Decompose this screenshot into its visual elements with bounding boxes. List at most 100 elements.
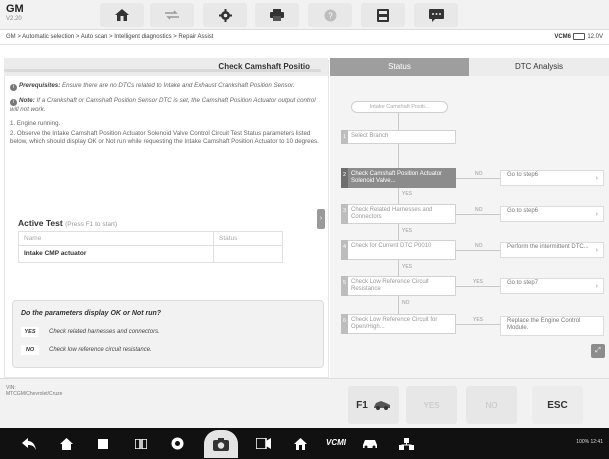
step-number: 2	[341, 168, 348, 188]
f1-button[interactable]: F1	[348, 386, 399, 424]
flow-connector	[398, 260, 399, 276]
function-bar: VIN: MTCGM/Chevrolet/Cruze F1 YES NO ESC	[0, 378, 609, 428]
camera-button[interactable]	[204, 430, 238, 458]
network-icon	[398, 437, 414, 450]
chevron-right-icon: ›	[595, 175, 598, 182]
flow-connector	[456, 214, 500, 215]
screen-record-button[interactable]	[254, 435, 272, 452]
repair-step-title: Check Camshaft Positio	[4, 58, 328, 76]
settings-button[interactable]	[203, 3, 247, 27]
flow-connector	[398, 224, 399, 240]
vehicle-make: GM	[6, 3, 24, 15]
settings-icon	[218, 8, 232, 22]
house-icon	[293, 437, 307, 450]
answer-yes-text: Check related harnesses and connectors.	[49, 329, 160, 335]
flow-connector	[398, 188, 399, 204]
top-toolbar: GM V2.20 ?	[0, 0, 609, 30]
vehicle-shortcut-button[interactable]	[361, 435, 379, 452]
system-status: 100% 12:41	[576, 439, 603, 445]
step-number: 3	[341, 204, 348, 224]
flow-goto-step6[interactable]: Go to step6 ›	[500, 170, 604, 186]
step-text: Check Related Harnesses and Connectors	[351, 207, 433, 220]
horizontal-scrollbar[interactable]	[4, 69, 321, 72]
home-button[interactable]	[100, 3, 144, 27]
vehicle-swap-button[interactable]	[150, 3, 194, 27]
system-nav-bar: VCMI 100% 12:41	[0, 428, 609, 459]
active-test-table: Name Status Intake CMP actuator	[18, 231, 283, 263]
step-text: Check Camshaft Position Actuator Solenoi…	[351, 171, 443, 184]
save-icon	[377, 8, 389, 22]
vcm-shortcut[interactable]: VCMI	[326, 438, 346, 447]
chevron-right-icon: ›	[319, 215, 323, 222]
car-icon	[363, 440, 377, 449]
screen-record-icon	[255, 438, 271, 449]
split-screen-button[interactable]	[132, 435, 150, 452]
flow-step-3[interactable]: 3 Check Related Harnesses and Connectors	[341, 204, 456, 224]
connector-label: YES	[402, 228, 413, 234]
flow-goto-step7[interactable]: Go to step7 ›	[500, 278, 604, 294]
esc-button[interactable]: ESC	[532, 386, 583, 424]
goto-text: Go to step6	[507, 172, 539, 178]
home-icon	[59, 437, 73, 450]
flow-goto-replace-ecm[interactable]: Replace the Engine Control Module.	[500, 316, 604, 336]
vin-info: VIN: MTCGM/Chevrolet/Cruze	[6, 385, 62, 397]
table-header: Name Status	[19, 232, 282, 246]
note: i Note: If a Crankshaft or Camshaft Posit…	[10, 97, 320, 114]
save-button[interactable]	[361, 3, 405, 27]
note-text: If a Crankshaft or Camshaft Position Sen…	[10, 97, 316, 113]
flow-connector	[456, 178, 500, 179]
square-icon	[98, 438, 108, 449]
connector-label: YES	[402, 191, 413, 197]
column-status: Status	[219, 235, 238, 242]
flow-step-1[interactable]: 1 Select Branch	[341, 130, 456, 144]
goto-text: Go to step6	[507, 208, 539, 214]
answer-yes-key: YES	[21, 327, 39, 337]
chevron-right-icon: ›	[595, 247, 598, 254]
note-label: Note:	[19, 97, 35, 104]
home-nav-button[interactable]	[57, 435, 75, 452]
step-number: 6	[341, 314, 348, 334]
recent-apps-button[interactable]	[94, 435, 112, 452]
step-text: Check for Current DTC P0010	[351, 243, 432, 249]
active-test-title: Active Test	[18, 218, 63, 228]
back-button[interactable]	[20, 435, 38, 452]
flow-step-6[interactable]: 6 Check Low Reference Circuit for Open/H…	[341, 314, 456, 334]
prerequisites-label: Prerequisites:	[19, 82, 61, 89]
step-1: 1. Engine running.	[10, 120, 61, 127]
answer-no-key: NO	[21, 345, 39, 355]
yes-button[interactable]: YES	[406, 386, 457, 424]
no-button[interactable]: NO	[466, 386, 517, 424]
branch-label: YES	[473, 279, 484, 285]
tab-status[interactable]: Status	[330, 58, 469, 76]
info-icon: i	[10, 84, 17, 91]
flow-connector	[456, 250, 500, 251]
help-button[interactable]: ?	[308, 3, 352, 27]
flow-goto-step6[interactable]: Go to step6 ›	[500, 206, 604, 222]
active-test-heading: Active Test (Press F1 to start)	[18, 218, 117, 228]
breadcrumb-bar: GM > Automatic selection > Auto scan > I…	[0, 31, 609, 45]
panel-collapse-toggle[interactable]: ›	[317, 209, 325, 229]
camera-icon	[213, 437, 229, 451]
back-icon	[22, 437, 36, 450]
flow-start-node[interactable]: Intake Camshaft Positi...	[351, 101, 448, 113]
info-icon: i	[10, 99, 17, 106]
message-button[interactable]	[414, 3, 458, 27]
home-shortcut-button[interactable]	[291, 435, 309, 452]
vehicle-swap-icon	[165, 10, 179, 20]
flow-step-5[interactable]: 5 Check Low Reference Circuit Resistance	[341, 276, 456, 296]
table-row[interactable]: Intake CMP actuator	[19, 246, 282, 262]
repair-instructions: i Prerequisites: Ensure there are no DTCs…	[10, 82, 320, 148]
breadcrumb: GM > Automatic selection > Auto scan > I…	[6, 34, 214, 40]
battery-voltage: 12.0V	[573, 33, 603, 40]
flow-step-4[interactable]: 4 Check for Current DTC P0010	[341, 240, 456, 260]
car-icon	[373, 401, 390, 410]
browser-button[interactable]	[168, 435, 186, 452]
battery-icon	[573, 33, 586, 40]
connector-label: YES	[402, 264, 413, 270]
network-shortcut-button[interactable]	[397, 435, 415, 452]
flow-goto-intermittent[interactable]: Perform the intermittent DTC... ›	[500, 242, 604, 258]
print-button[interactable]	[255, 3, 299, 27]
flow-step-2[interactable]: 2 Check Camshaft Position Actuator Solen…	[341, 168, 456, 188]
tab-dtc-analysis[interactable]: DTC Analysis	[469, 58, 609, 76]
expand-icon[interactable]: ⤢	[591, 344, 605, 358]
